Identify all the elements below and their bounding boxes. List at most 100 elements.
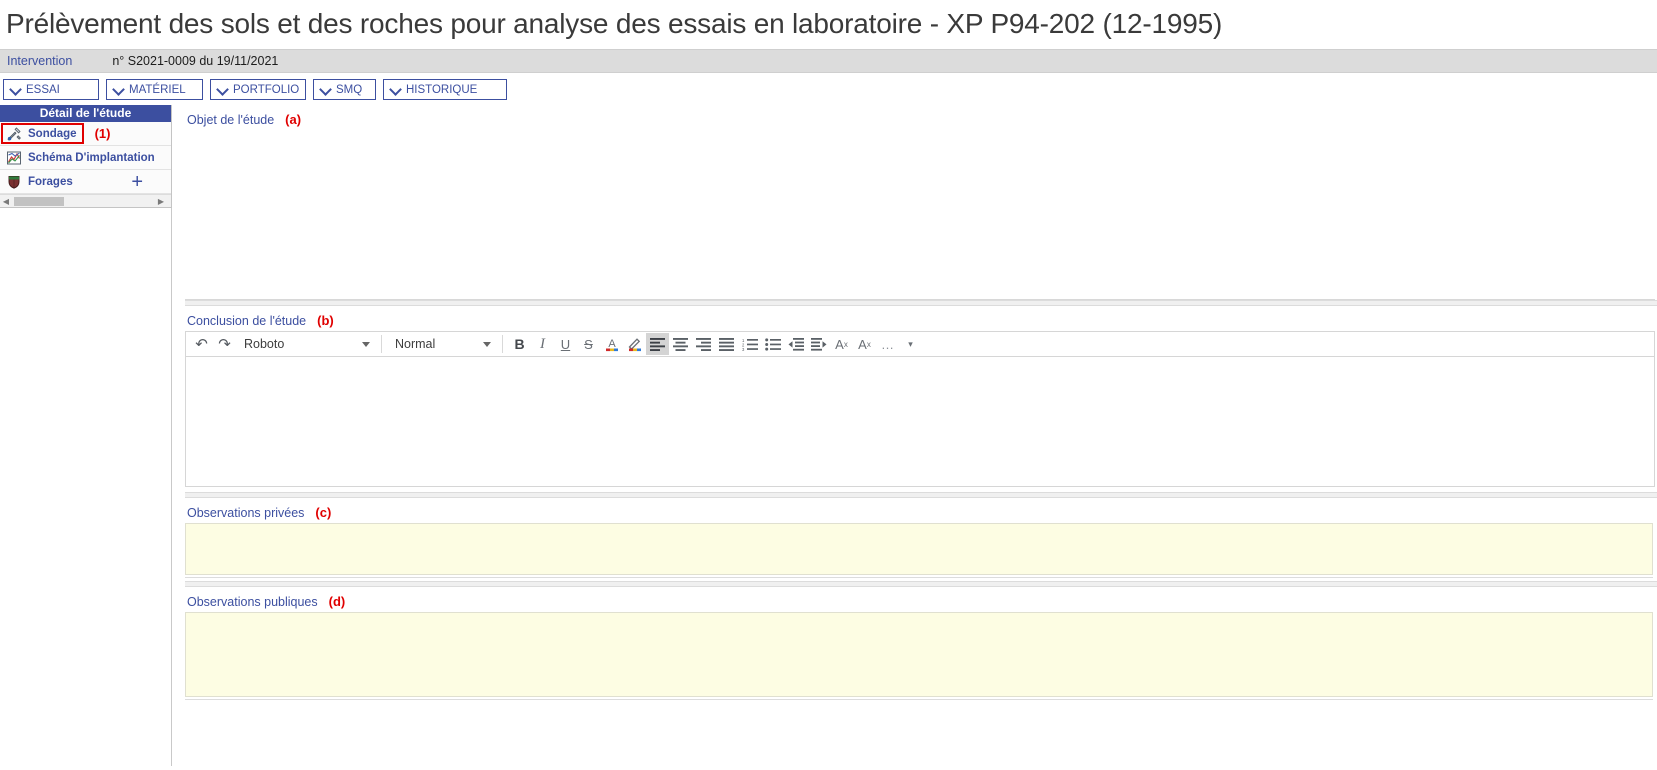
obs-publiques-label-row: Observations publiques (d) [185,587,1653,612]
sidebar-item-forages[interactable]: Forages + [0,170,171,194]
chevron-down-icon [217,84,228,95]
tools-icon [6,126,22,142]
tab-essai-label: ESSAI [26,83,60,96]
field-underline [185,699,1653,700]
scroll-right-arrow-icon[interactable]: ▶ [155,195,167,208]
sidebar-item-schema-implantation[interactable]: Schéma D'implantation [0,146,171,170]
highlight-button[interactable] [623,333,646,355]
font-family-value: Roboto [244,337,285,351]
subscript-marker: x [866,339,871,349]
chevron-down-icon [362,341,370,347]
chevron-down-icon [483,341,491,347]
obs-privees-label-row: Observations privées (c) [185,498,1653,523]
chevron-down-icon [10,84,21,95]
superscript-button[interactable]: Ax [830,333,853,355]
objet-label: Objet de l'étude [187,113,275,127]
bold-glyph: B [514,336,525,352]
intervention-bar: Intervention n° S2021-0009 du 19/11/2021 [0,49,1657,73]
sidebar-header: Détail de l'étude [0,105,171,122]
ordered-list-icon: 1 2 3 [742,338,758,351]
undo-glyph: ↶ [195,336,208,353]
add-forage-button[interactable]: + [131,172,143,192]
intervention-reference: n° S2021-0009 du 19/11/2021 [112,54,279,68]
strikethrough-glyph: S [584,336,593,352]
underline-button[interactable]: U [554,333,577,355]
objet-label-row: Objet de l'étude (a) [185,105,1657,130]
toolbar-divider [381,335,382,353]
scroll-left-arrow-icon[interactable]: ◀ [0,195,12,208]
intervention-label: Intervention [7,54,73,68]
tab-bar: ESSAI MATÉRIEL PORTFOLIO SMQ HISTORIQUE [0,73,1657,105]
scrollbar-thumb[interactable] [14,196,64,206]
sidebar-item-sondage[interactable]: Sondage (1) [0,122,171,146]
annotation-c: (c) [315,505,332,520]
highlighter-pen-icon [628,338,641,352]
sidebar-item-schema-label: Schéma D'implantation [28,151,155,164]
align-justify-icon [719,337,734,351]
text-color-button[interactable]: A [600,333,623,355]
undo-icon[interactable]: ↶ [190,333,213,355]
outdent-icon [788,337,804,351]
italic-button[interactable]: I [531,333,554,355]
annotation-b: (b) [317,313,334,328]
sidebar: Détail de l'étude Sondage (1) Schéma D'i… [0,105,172,766]
tab-historique-label: HISTORIQUE [406,83,478,96]
subscript-glyph: A [858,336,867,352]
conclusion-editor-body[interactable] [185,357,1655,487]
tab-materiel[interactable]: MATÉRIEL [106,79,203,100]
field-underline [185,577,1653,578]
italic-glyph: I [540,335,545,352]
strikethrough-button[interactable]: S [577,333,600,355]
bullet-list-button[interactable] [761,333,784,355]
observations-privees-block: Observations privées (c) [185,498,1657,578]
tab-essai[interactable]: ESSAI [3,79,99,100]
align-center-button[interactable] [669,333,692,355]
more-options-button[interactable]: … [876,333,899,355]
observations-publiques-input[interactable] [185,612,1653,697]
conclusion-label: Conclusion de l'étude [187,314,307,328]
underline-glyph: U [560,336,571,352]
objet-input-area[interactable] [185,130,1655,300]
toolbar-divider [502,335,503,353]
redo-icon[interactable]: ↷ [213,333,236,355]
subscript-button[interactable]: Ax [853,333,876,355]
tab-portfolio-label: PORTFOLIO [233,83,300,96]
conclusion-label-row: Conclusion de l'étude (b) [185,306,1657,331]
align-right-button[interactable] [692,333,715,355]
svg-text:3: 3 [742,347,745,351]
chart-icon [6,150,22,166]
obs-publiques-label: Observations publiques [187,595,318,609]
chevron-down-icon [113,84,124,95]
bold-button[interactable]: B [508,333,531,355]
tab-portfolio[interactable]: PORTFOLIO [210,79,306,100]
tab-materiel-label: MATÉRIEL [129,83,186,96]
sidebar-item-forages-label: Forages [28,175,73,188]
paragraph-style-select[interactable]: Normal [387,333,497,355]
tab-smq[interactable]: SMQ [313,79,376,100]
ordered-list-button[interactable]: 1 2 3 [738,333,761,355]
align-left-button[interactable] [646,333,669,355]
outdent-button[interactable] [784,333,807,355]
text-color-icon: A [605,338,618,352]
bullet-list-icon [764,337,781,351]
annotation-d: (d) [328,594,346,609]
sidebar-horizontal-scrollbar[interactable]: ◀ ▶ [0,194,171,207]
align-left-icon [650,337,665,351]
rich-text-editor: ↶ ↷ Roboto Normal B I U S A 1 2 3 A x A … [185,331,1655,487]
paragraph-style-value: Normal [395,337,436,351]
shield-icon [6,174,22,190]
editor-toolbar: ↶ ↷ Roboto Normal B I U S A 1 2 3 A x A … [185,331,1655,357]
overflow-caret-button[interactable]: ▾ [899,333,922,355]
tab-smq-label: SMQ [336,83,363,96]
indent-button[interactable] [807,333,830,355]
tab-historique[interactable]: HISTORIQUE [383,79,507,100]
align-center-icon [673,337,688,351]
sidebar-item-sondage-label: Sondage [28,127,77,140]
superscript-glyph: A [835,336,844,352]
observations-publiques-block: Observations publiques (d) [185,587,1657,700]
observations-privees-input[interactable] [185,523,1653,575]
annotation-a: (a) [285,112,302,127]
ellipsis-icon: … [881,336,894,352]
align-justify-button[interactable] [715,333,738,355]
font-family-select[interactable]: Roboto [236,333,376,355]
